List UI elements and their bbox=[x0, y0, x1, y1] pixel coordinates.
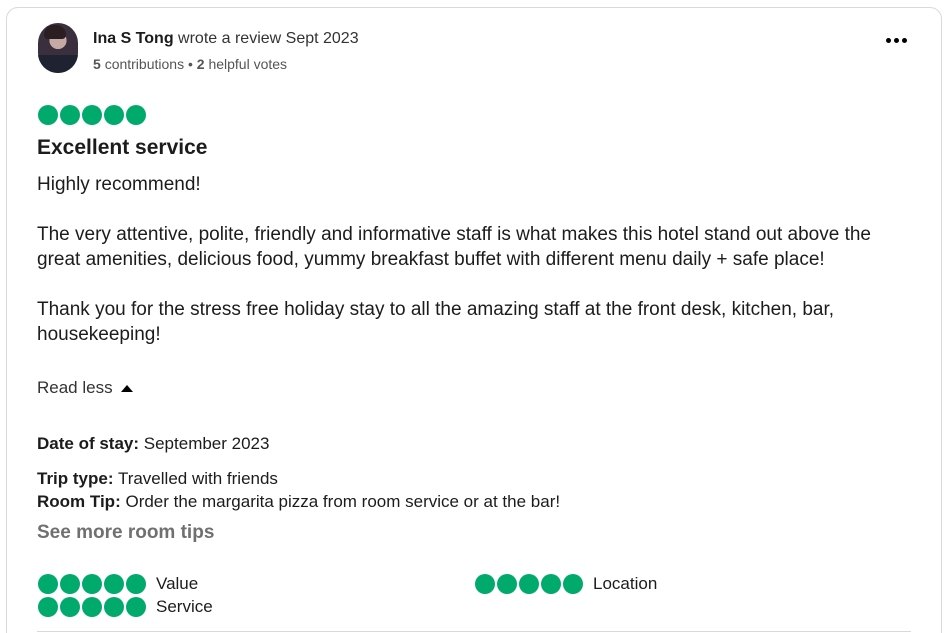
read-less-button[interactable]: Read less bbox=[37, 377, 133, 399]
trip-type: Trip type: Travelled with friends bbox=[37, 468, 278, 490]
rating-bubble bbox=[38, 105, 58, 125]
rating-bubble bbox=[497, 574, 517, 594]
caret-up-icon bbox=[120, 385, 133, 392]
rating-bubble bbox=[60, 105, 80, 125]
review-paragraph: Thank you for the stress free holiday st… bbox=[37, 299, 835, 345]
review-title[interactable]: Excellent service bbox=[37, 135, 207, 161]
rating-bubble bbox=[126, 105, 146, 125]
helpful-count: 2 bbox=[196, 56, 205, 72]
read-less-label: Read less bbox=[37, 378, 113, 397]
sub-rating-location: Location bbox=[475, 573, 657, 595]
review-date-text: wrote a review Sept 2023 bbox=[178, 30, 359, 47]
rating-bubble bbox=[126, 597, 146, 617]
more-horizontal-icon bbox=[885, 37, 891, 43]
room-tip: Room Tip: Order the margarita pizza from… bbox=[37, 491, 560, 513]
helpful-label: helpful votes bbox=[208, 56, 288, 72]
review-paragraph: Highly recommend! bbox=[37, 174, 201, 195]
date-of-stay: Date of stay: September 2023 bbox=[37, 433, 269, 455]
contributions-label: contributions bbox=[104, 56, 185, 72]
rating-bubble bbox=[104, 105, 124, 125]
more-horizontal-icon-dot bbox=[893, 37, 899, 43]
sub-rating-value: Value bbox=[38, 573, 198, 595]
rating-bubble bbox=[82, 597, 102, 617]
rating-bubble bbox=[104, 597, 124, 617]
more-options-button[interactable] bbox=[880, 30, 912, 50]
trip-type-label: Trip type: bbox=[37, 469, 114, 488]
value-rating-bubbles bbox=[38, 574, 146, 594]
see-more-room-tips-button[interactable]: See more room tips bbox=[37, 521, 214, 545]
avatar[interactable] bbox=[38, 23, 78, 73]
rating-bubble bbox=[60, 597, 80, 617]
sub-rating-service: Service bbox=[38, 596, 213, 618]
trip-type-value: Travelled with friends bbox=[117, 469, 278, 488]
room-tip-label: Room Tip: bbox=[37, 492, 121, 511]
rating-bubble bbox=[82, 574, 102, 594]
sub-rating-label: Location bbox=[593, 574, 658, 593]
sub-rating-label: Value bbox=[156, 574, 199, 593]
date-of-stay-label: Date of stay: bbox=[37, 434, 140, 453]
divider bbox=[37, 631, 911, 632]
rating-bubble bbox=[104, 574, 124, 594]
reviewer-stats: 5 contributions • 2 helpful votes bbox=[93, 55, 287, 73]
rating-bubble bbox=[38, 574, 58, 594]
review-paragraph: The very attentive, polite, friendly and… bbox=[37, 224, 871, 270]
rating-bubble bbox=[563, 574, 583, 594]
rating-bubble bbox=[126, 574, 146, 594]
rating-bubble bbox=[541, 574, 561, 594]
stats-separator: • bbox=[187, 56, 193, 72]
rating-bubble bbox=[38, 597, 58, 617]
rating-bubble bbox=[519, 574, 539, 594]
rating-bubble bbox=[60, 574, 80, 594]
rating-bubble bbox=[82, 105, 102, 125]
review-header: Ina S Tong wrote a review Sept 2023 bbox=[93, 29, 359, 49]
more-horizontal-icon-dot bbox=[901, 37, 907, 43]
service-rating-bubbles bbox=[38, 597, 146, 617]
location-rating-bubbles bbox=[475, 574, 583, 594]
room-tip-value: Order the margarita pizza from room serv… bbox=[125, 492, 561, 511]
review-rating-bubbles bbox=[38, 105, 146, 125]
sub-rating-label: Service bbox=[156, 597, 213, 616]
date-of-stay-value: September 2023 bbox=[143, 434, 270, 453]
review-body: Highly recommend! The very attentive, po… bbox=[37, 172, 917, 347]
avatar-hair bbox=[44, 25, 66, 39]
avatar-shirt bbox=[38, 55, 78, 73]
rating-bubble bbox=[475, 574, 495, 594]
reviewer-name[interactable]: Ina S Tong bbox=[93, 30, 174, 47]
contributions-count: 5 bbox=[93, 56, 101, 72]
